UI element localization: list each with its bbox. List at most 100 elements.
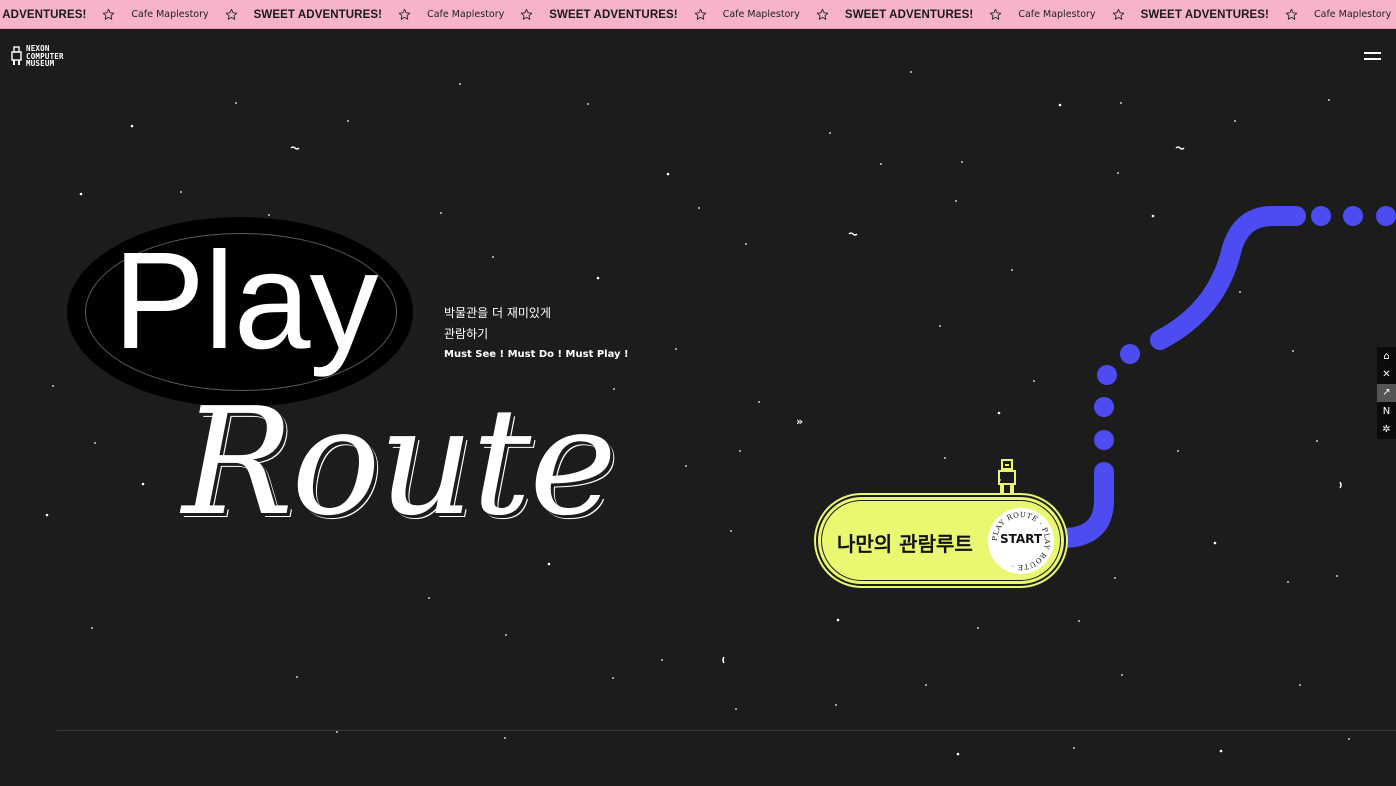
star-dot	[296, 676, 298, 678]
star-dot	[939, 325, 941, 327]
star-outline-icon	[816, 8, 829, 20]
star-dot	[91, 627, 93, 629]
route-dot	[1097, 365, 1117, 385]
menu-line-bottom	[1364, 58, 1381, 60]
marquee-subtext: Cafe Maplestory	[131, 9, 209, 20]
star-dot	[492, 256, 494, 258]
star-dot	[675, 348, 677, 350]
star-dot	[1177, 450, 1179, 452]
hamburger-menu-button[interactable]	[1364, 51, 1381, 60]
logo-line-3: MUSEUM	[26, 59, 55, 68]
star-dot	[829, 132, 831, 134]
marquee-item: SWEET ADVENTURES!	[845, 8, 1018, 21]
marquee-subtext: Cafe Maplestory	[1018, 9, 1096, 20]
n-icon[interactable]: N	[1377, 402, 1396, 420]
start-badge[interactable]: PLAY ROUTE · PLAY ROUTE · START	[988, 508, 1054, 574]
tagline-line-1: 박물관을 더 재미있게	[444, 306, 551, 320]
star-dot	[1239, 291, 1241, 293]
star-dot	[1292, 350, 1294, 352]
star-dot	[440, 212, 442, 214]
marquee-subtext: Cafe Maplestory	[722, 9, 800, 20]
route-dots	[1094, 206, 1396, 450]
star-outline-icon	[225, 8, 237, 20]
star-dot	[1336, 575, 1338, 577]
star-dot	[1287, 581, 1289, 583]
star-dot	[1120, 102, 1122, 104]
marquee-item: Cafe Maplestory	[131, 8, 253, 21]
star-dot	[45, 513, 49, 517]
route-curve-lower	[1052, 462, 1114, 548]
bracket-mark	[1339, 481, 1342, 489]
star-outline-icon	[694, 8, 706, 20]
marquee-banner: SWEET ADVENTURES! Cafe Maplestory SWEET AD…	[0, 0, 1396, 29]
star-dot	[94, 442, 96, 444]
close-icon[interactable]: ✕	[1377, 365, 1396, 383]
star-dot	[1316, 440, 1318, 442]
bracket-mark	[722, 656, 725, 664]
star-dot	[505, 634, 507, 636]
marquee-item: Cafe Maplestory	[1018, 8, 1140, 21]
tilde-mark	[848, 232, 858, 236]
star-dot	[268, 214, 270, 216]
star-dot	[661, 659, 663, 661]
star-dot	[235, 102, 237, 104]
star-dot	[956, 752, 960, 756]
star-dot	[130, 124, 134, 128]
star-dot	[698, 207, 700, 209]
tilde-mark	[1175, 146, 1185, 150]
nexon-computer-museum-logo[interactable]: NEXON COMPUTER MUSEUM	[11, 45, 64, 68]
home-icon[interactable]: ⌂	[1377, 347, 1396, 365]
marquee-track: SWEET ADVENTURES! Cafe Maplestory SWEET AD…	[0, 0, 1396, 28]
marquee-item: SWEET ADVENTURES!	[1141, 8, 1314, 21]
marquee-headline: SWEET ADVENTURES!	[549, 8, 678, 21]
star-dot	[596, 276, 600, 280]
star-dot	[685, 465, 687, 467]
star-dot	[79, 192, 83, 196]
star-dot	[504, 737, 506, 739]
play-heading: Play	[113, 224, 378, 378]
route-dot	[1094, 430, 1114, 450]
star-dot	[1121, 674, 1123, 676]
star-dot	[1348, 738, 1350, 740]
star-dot	[735, 708, 737, 710]
tagline-line-3: Must See ! Must Do ! Must Play !	[444, 349, 629, 360]
star-outline-icon	[103, 8, 115, 20]
marquee-subtext: Cafe Maplestory	[1313, 9, 1392, 20]
star-dot	[925, 684, 927, 686]
star-dot	[1011, 269, 1013, 271]
robot-character-icon	[998, 459, 1016, 496]
start-button-label: 나만의 관람루트	[837, 532, 973, 556]
star-dot	[739, 450, 741, 452]
my-route-start-button[interactable]: 나만의 관람루트 PLAY ROUTE · PLAY ROUTE · START	[816, 495, 1066, 586]
star-dot	[961, 161, 963, 163]
star-dot	[180, 191, 182, 193]
settings-icon[interactable]: ✲	[1377, 421, 1396, 439]
side-quick-bar: ⌂ ✕ ↗ N ✲	[1377, 347, 1396, 439]
star-dot	[977, 627, 979, 629]
star-dot	[1151, 214, 1155, 218]
star-dot	[1073, 747, 1075, 749]
star-dot	[1234, 120, 1236, 122]
marquee-item: Cafe Maplestory	[1314, 8, 1396, 21]
star-dot	[1213, 541, 1217, 545]
star-dot	[1219, 749, 1223, 753]
arrow-up-right-icon[interactable]: ↗	[1377, 383, 1396, 403]
logo-text: NEXON COMPUTER MUSEUM	[26, 45, 64, 68]
star-dot	[944, 457, 946, 459]
marquee-headline: SWEET ADVENTURES!	[1140, 8, 1269, 21]
marquee-headline: SWEET ADVENTURES!	[253, 8, 383, 21]
star-dot	[745, 243, 747, 245]
star-dot	[459, 83, 461, 85]
star-dot	[428, 597, 430, 599]
robot-logo-icon	[11, 46, 22, 66]
marquee-item: SWEET ADVENTURES!	[0, 8, 131, 21]
star-dot	[347, 120, 349, 122]
star-dot	[835, 704, 837, 706]
route-dot	[1094, 397, 1114, 417]
star-outline-icon	[521, 8, 533, 20]
star-dot	[910, 71, 912, 73]
tagline-line-2: 관람하기	[444, 327, 489, 341]
route-dot	[1311, 206, 1331, 226]
star-dot	[1117, 172, 1119, 174]
star-dot	[730, 530, 732, 532]
